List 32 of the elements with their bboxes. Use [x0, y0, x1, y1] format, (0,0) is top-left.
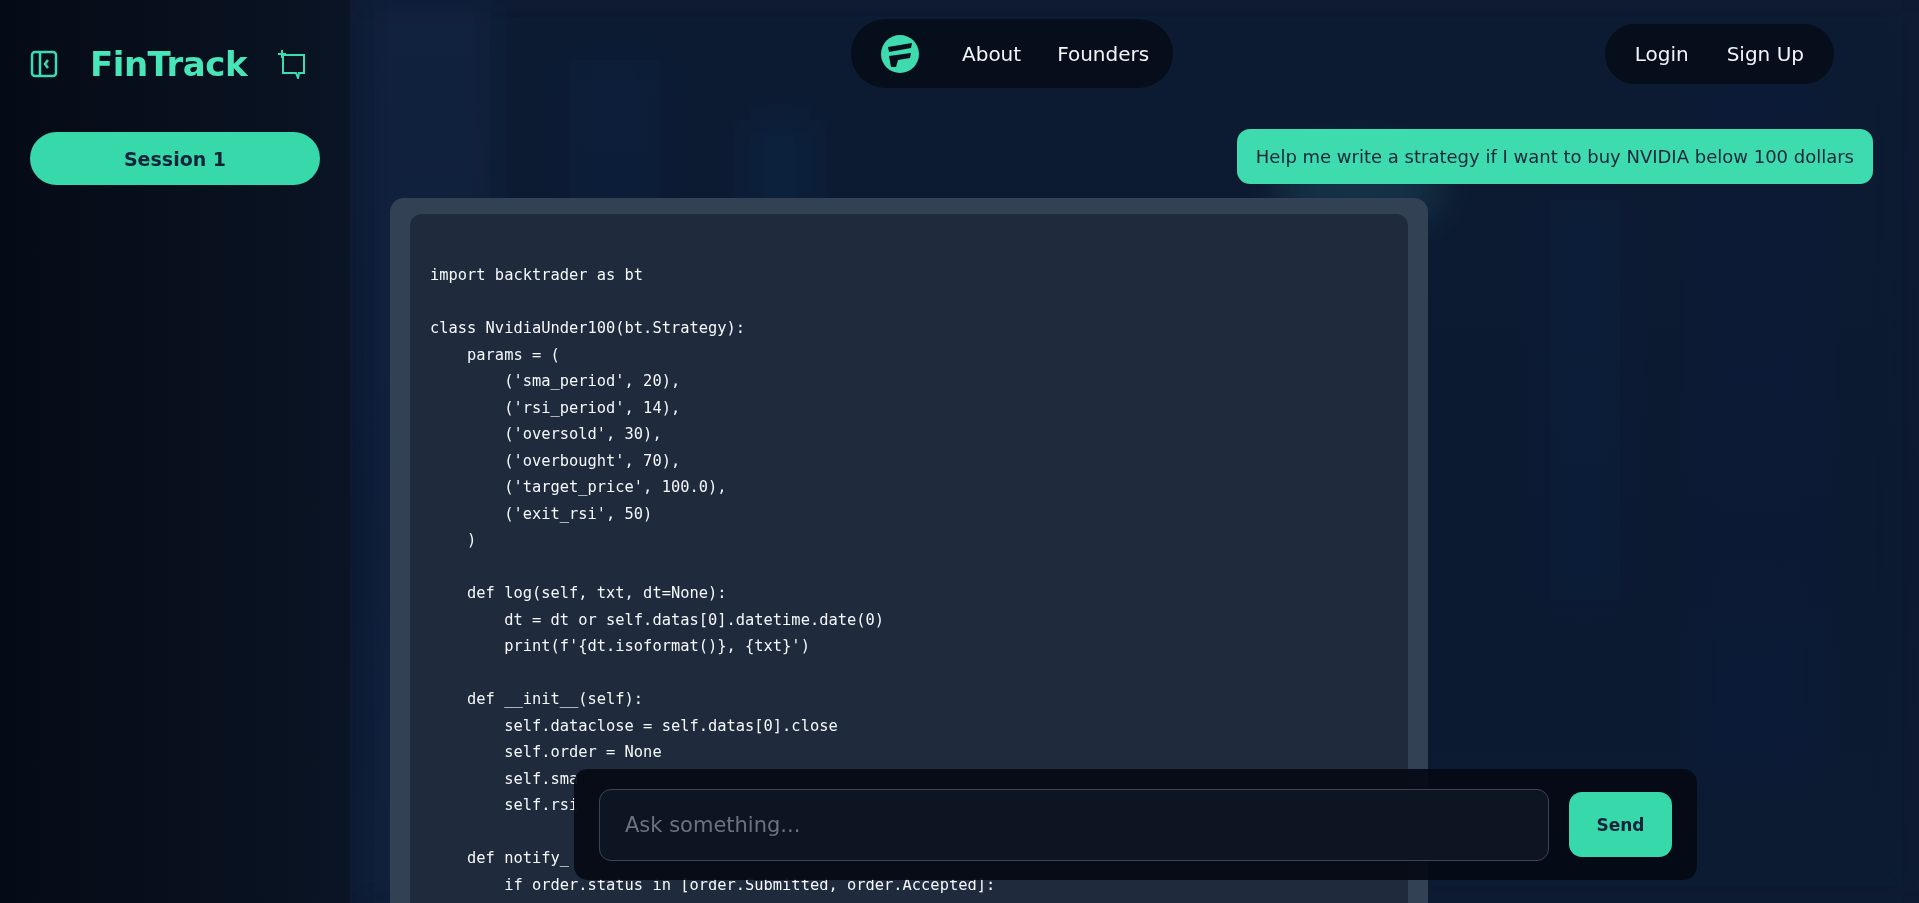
- brand-name: FinTrack: [90, 44, 248, 84]
- code-line: if order.status in [order.Submitted, order.Accepted]:: [503, 874, 996, 896]
- logo-icon[interactable]: [880, 33, 920, 74]
- code-line: self.dataclose = self.datas[0].close: [503, 715, 838, 737]
- code-line: ('exit_rsi', 50): [503, 503, 653, 525]
- code-line: ('oversold', 30),: [503, 424, 662, 445]
- code-line: ('target_price', 100.0),: [503, 477, 727, 498]
- code-line: import backtrader as bt: [430, 265, 644, 286]
- code-line: self.rsi: [503, 795, 579, 816]
- code-line: def log(self, txt, dt=None):: [466, 583, 727, 604]
- auth-link[interactable]: Sign Up: [1726, 42, 1804, 66]
- code-line: ('sma_period', 20),: [503, 371, 681, 392]
- code-line: def __init__(self):: [466, 689, 644, 710]
- nav-link[interactable]: Founders: [1057, 41, 1150, 66]
- code-line: ('overbought', 70),: [503, 450, 681, 472]
- send-button[interactable]: Send: [1569, 792, 1672, 857]
- code-line: dt = dt or self.datas[0].datetime.date(0): [503, 609, 885, 631]
- code-line: ('rsi_period', 14),: [503, 397, 681, 419]
- sidebar-toggle-icon[interactable]: [30, 50, 58, 78]
- nav-link[interactable]: About: [962, 41, 1022, 66]
- code-line: class NvidiaUnder100(bt.Strategy):: [430, 318, 746, 339]
- code-line: ): [466, 530, 477, 551]
- session-item[interactable]: Session 1: [30, 132, 320, 185]
- code-line: def notify_: [466, 848, 569, 869]
- code-line: self.order = None: [503, 742, 662, 763]
- code-line: print(f'{dt.isoformat()}, {txt}'): [503, 636, 810, 657]
- code-line: self.sma: [503, 768, 579, 790]
- code-line: params = (: [466, 344, 560, 366]
- user-message: Help me write a strategy if I want to buy NVIDIA below 100 dollars: [1236, 129, 1873, 184]
- auth-link[interactable]: Login: [1634, 42, 1689, 66]
- message-input[interactable]: Ask something...: [599, 788, 1549, 861]
- new-chat-icon[interactable]: [277, 49, 308, 79]
